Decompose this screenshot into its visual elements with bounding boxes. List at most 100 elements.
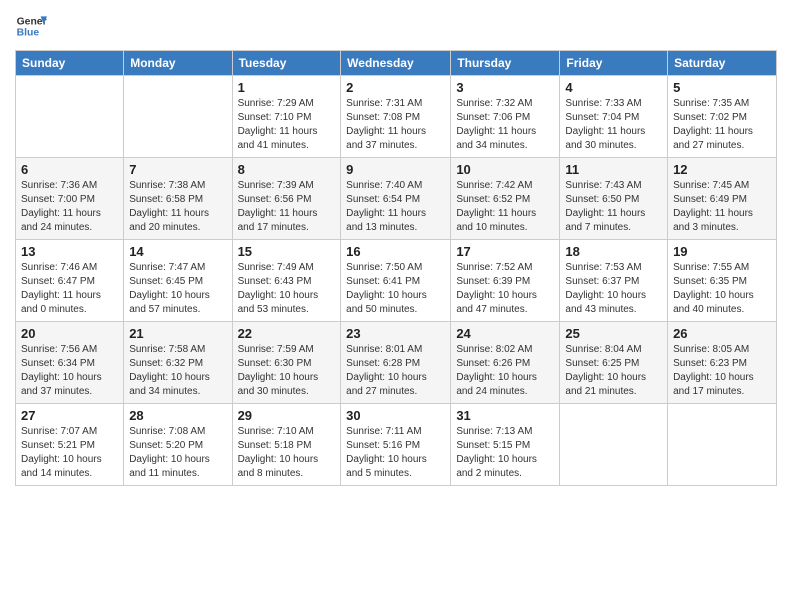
column-header-thursday: Thursday [451,51,560,76]
day-info: Sunrise: 8:05 AMSunset: 6:23 PMDaylight:… [673,343,771,399]
day-info: Sunrise: 7:55 AMSunset: 6:35 PMDaylight:… [673,261,771,317]
calendar-cell: 4 Sunrise: 7:33 AMSunset: 7:04 PMDaylight… [560,76,668,158]
day-number: 26 [673,326,771,341]
calendar-week-row: 27 Sunrise: 7:07 AMSunset: 5:21 PMDayligh… [16,404,777,486]
day-number: 6 [21,162,118,177]
day-info: Sunrise: 7:53 AMSunset: 6:37 PMDaylight:… [565,261,662,317]
day-info: Sunrise: 7:10 AMSunset: 5:18 PMDaylight:… [238,425,336,481]
day-number: 19 [673,244,771,259]
day-info: Sunrise: 7:40 AMSunset: 6:54 PMDaylight:… [346,179,445,235]
day-info: Sunrise: 7:56 AMSunset: 6:34 PMDaylight:… [21,343,118,399]
calendar-cell: 2 Sunrise: 7:31 AMSunset: 7:08 PMDaylight… [341,76,451,158]
calendar-cell: 5 Sunrise: 7:35 AMSunset: 7:02 PMDaylight… [668,76,777,158]
day-number: 1 [238,80,336,95]
day-number: 4 [565,80,662,95]
day-number: 11 [565,162,662,177]
day-number: 5 [673,80,771,95]
day-number: 12 [673,162,771,177]
day-info: Sunrise: 7:07 AMSunset: 5:21 PMDaylight:… [21,425,118,481]
calendar-cell: 30Sunrise: 7:11 AMSunset: 5:16 PMDayligh… [341,404,451,486]
calendar-cell: 15 Sunrise: 7:49 AMSunset: 6:43 PMDayligh… [232,240,341,322]
day-number: 2 [346,80,445,95]
column-header-tuesday: Tuesday [232,51,341,76]
calendar-cell: 13Sunrise: 7:46 AMSunset: 6:47 PMDayligh… [16,240,124,322]
day-number: 24 [456,326,554,341]
calendar-cell: 27 Sunrise: 7:07 AMSunset: 5:21 PMDayligh… [16,404,124,486]
day-number: 31 [456,408,554,423]
day-number: 29 [238,408,336,423]
calendar-cell: 24 Sunrise: 8:02 AMSunset: 6:26 PMDayligh… [451,322,560,404]
day-number: 22 [238,326,336,341]
day-info: Sunrise: 7:50 AMSunset: 6:41 PMDaylight:… [346,261,445,317]
day-info: Sunrise: 7:49 AMSunset: 6:43 PMDaylight:… [238,261,336,317]
svg-text:Blue: Blue [17,28,40,39]
calendar-cell: 14Sunrise: 7:47 AMSunset: 6:45 PMDayligh… [124,240,232,322]
calendar-cell: 17 Sunrise: 7:52 AMSunset: 6:39 PMDayligh… [451,240,560,322]
logo-icon: General Blue [15,10,47,42]
day-info: Sunrise: 7:58 AMSunset: 6:32 PMDaylight:… [129,343,226,399]
calendar-cell: 1 Sunrise: 7:29 AMSunset: 7:10 PMDaylight… [232,76,341,158]
calendar-cell: 26 Sunrise: 8:05 AMSunset: 6:23 PMDayligh… [668,322,777,404]
day-info: Sunrise: 7:59 AMSunset: 6:30 PMDaylight:… [238,343,336,399]
column-header-friday: Friday [560,51,668,76]
day-number: 18 [565,244,662,259]
day-number: 3 [456,80,554,95]
day-number: 17 [456,244,554,259]
calendar-week-row: 6 Sunrise: 7:36 AMSunset: 7:00 PMDaylight… [16,158,777,240]
calendar-cell: 10 Sunrise: 7:42 AMSunset: 6:52 PMDayligh… [451,158,560,240]
day-info: Sunrise: 7:39 AMSunset: 6:56 PMDaylight:… [238,179,336,235]
day-number: 27 [21,408,118,423]
calendar-cell [668,404,777,486]
day-info: Sunrise: 7:29 AMSunset: 7:10 PMDaylight:… [238,97,336,153]
calendar-week-row: 1 Sunrise: 7:29 AMSunset: 7:10 PMDaylight… [16,76,777,158]
calendar-cell: 25 Sunrise: 8:04 AMSunset: 6:25 PMDayligh… [560,322,668,404]
day-number: 30 [346,408,445,423]
day-number: 8 [238,162,336,177]
logo: General Blue [15,10,47,42]
day-number: 20 [21,326,118,341]
day-number: 25 [565,326,662,341]
calendar-cell: 6 Sunrise: 7:36 AMSunset: 7:00 PMDaylight… [16,158,124,240]
calendar-cell: 8 Sunrise: 7:39 AMSunset: 6:56 PMDaylight… [232,158,341,240]
calendar-cell: 3 Sunrise: 7:32 AMSunset: 7:06 PMDaylight… [451,76,560,158]
column-header-wednesday: Wednesday [341,51,451,76]
calendar-cell [560,404,668,486]
calendar-cell [16,76,124,158]
day-number: 7 [129,162,226,177]
day-info: Sunrise: 8:02 AMSunset: 6:26 PMDaylight:… [456,343,554,399]
day-info: Sunrise: 7:32 AMSunset: 7:06 PMDaylight:… [456,97,554,153]
day-number: 28 [129,408,226,423]
day-number: 23 [346,326,445,341]
calendar-cell: 11 Sunrise: 7:43 AMSunset: 6:50 PMDayligh… [560,158,668,240]
calendar-cell: 20 Sunrise: 7:56 AMSunset: 6:34 PMDayligh… [16,322,124,404]
day-number: 9 [346,162,445,177]
day-info: Sunrise: 7:42 AMSunset: 6:52 PMDaylight:… [456,179,554,235]
calendar-cell: 16 Sunrise: 7:50 AMSunset: 6:41 PMDayligh… [341,240,451,322]
day-info: Sunrise: 7:08 AMSunset: 5:20 PMDaylight:… [129,425,226,481]
day-info: Sunrise: 7:33 AMSunset: 7:04 PMDaylight:… [565,97,662,153]
header: General Blue [15,10,777,42]
day-info: Sunrise: 7:36 AMSunset: 7:00 PMDaylight:… [21,179,118,235]
day-info: Sunrise: 8:04 AMSunset: 6:25 PMDaylight:… [565,343,662,399]
calendar-cell [124,76,232,158]
calendar-cell: 19 Sunrise: 7:55 AMSunset: 6:35 PMDayligh… [668,240,777,322]
day-info: Sunrise: 7:13 AMSunset: 5:15 PMDaylight:… [456,425,554,481]
calendar-cell: 31 Sunrise: 7:13 AMSunset: 5:15 PMDayligh… [451,404,560,486]
calendar-cell: 23 Sunrise: 8:01 AMSunset: 6:28 PMDayligh… [341,322,451,404]
day-info: Sunrise: 8:01 AMSunset: 6:28 PMDaylight:… [346,343,445,399]
day-info: Sunrise: 7:43 AMSunset: 6:50 PMDaylight:… [565,179,662,235]
day-number: 15 [238,244,336,259]
calendar-week-row: 20 Sunrise: 7:56 AMSunset: 6:34 PMDayligh… [16,322,777,404]
calendar-cell: 18 Sunrise: 7:53 AMSunset: 6:37 PMDayligh… [560,240,668,322]
day-number: 10 [456,162,554,177]
calendar-cell: 29 Sunrise: 7:10 AMSunset: 5:18 PMDayligh… [232,404,341,486]
day-info: Sunrise: 7:31 AMSunset: 7:08 PMDaylight:… [346,97,445,153]
day-info: Sunrise: 7:52 AMSunset: 6:39 PMDaylight:… [456,261,554,317]
calendar-cell: 21Sunrise: 7:58 AMSunset: 6:32 PMDayligh… [124,322,232,404]
day-info: Sunrise: 7:35 AMSunset: 7:02 PMDaylight:… [673,97,771,153]
day-info: Sunrise: 7:45 AMSunset: 6:49 PMDaylight:… [673,179,771,235]
day-number: 16 [346,244,445,259]
calendar-header-row: SundayMondayTuesdayWednesdayThursdayFrid… [16,51,777,76]
day-number: 13 [21,244,118,259]
column-header-monday: Monday [124,51,232,76]
